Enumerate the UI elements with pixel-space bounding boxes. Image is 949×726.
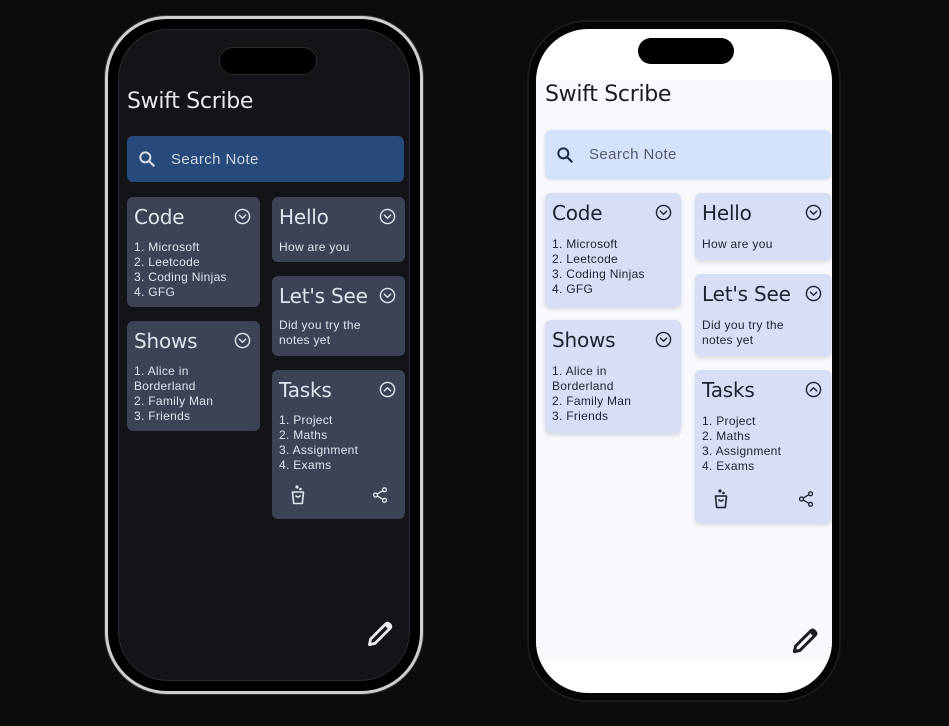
note-line: 2. Family Man (552, 394, 632, 408)
note-line: Did you try the (279, 318, 361, 332)
note-line: 1. Microsoft (134, 240, 200, 254)
note-line: 4. GFG (552, 282, 594, 296)
note-line: 3. Coding Ninjas (552, 267, 645, 281)
note-line: 4. GFG (134, 285, 176, 299)
chevron-down-circle-icon[interactable] (379, 208, 396, 225)
note-card-hello[interactable]: Hello How are you (272, 197, 405, 262)
note-line: 2. Family Man (134, 394, 214, 408)
note-line: 2. Maths (279, 428, 328, 442)
note-line: 2. Leetcode (134, 255, 201, 269)
search-placeholder: Search Note (171, 150, 259, 168)
note-card-lets-see[interactable]: Let's See Did you try the notes yet (272, 276, 405, 356)
note-title: Hello (279, 205, 329, 229)
note-body: Did you try the notes yet (702, 318, 784, 348)
note-card-hello[interactable]: Hello How are you (695, 193, 831, 260)
note-actions (272, 485, 405, 507)
share-icon[interactable] (371, 486, 389, 504)
note-line: Borderland (134, 379, 196, 393)
note-title: Code (552, 201, 603, 225)
pencil-icon[interactable] (790, 626, 820, 656)
delete-icon[interactable] (290, 485, 306, 505)
phone-dark-theme: Swift Scribe Search Note Code 1. Microso… (105, 16, 423, 694)
note-line: 1. Project (702, 414, 756, 428)
chevron-down-circle-icon[interactable] (655, 204, 672, 221)
chevron-down-circle-icon[interactable] (805, 285, 822, 302)
note-line: 2. Maths (702, 429, 751, 443)
note-title: Shows (134, 329, 198, 353)
screen: Swift Scribe Search Note Code 1. Microso… (536, 29, 832, 693)
chevron-down-circle-icon[interactable] (805, 204, 822, 221)
note-body: Did you try the notes yet (279, 318, 361, 348)
note-line: 3. Friends (552, 409, 609, 423)
note-line: 4. Exams (702, 459, 755, 473)
note-body: 1. Alice in Borderland 2. Family Man 3. … (552, 364, 631, 424)
share-icon[interactable] (797, 490, 815, 508)
note-body: 1. Project 2. Maths 3. Assignment 4. Exa… (279, 413, 358, 473)
note-card-shows[interactable]: Shows 1. Alice in Borderland 2. Family M… (545, 320, 681, 433)
note-line: notes yet (279, 333, 331, 347)
note-line: 1. Alice in (552, 364, 607, 378)
note-line: 4. Exams (279, 458, 332, 472)
note-card-lets-see[interactable]: Let's See Did you try the notes yet (695, 274, 831, 356)
note-card-shows[interactable]: Shows 1. Alice in Borderland 2. Family M… (127, 321, 260, 431)
chevron-up-circle-icon[interactable] (379, 381, 396, 398)
chevron-down-circle-icon[interactable] (234, 332, 251, 349)
note-card-tasks[interactable]: Tasks 1. Project 2. Maths 3. Assignment … (272, 370, 405, 519)
note-card-code[interactable]: Code 1. Microsoft 2. Leetcode 3. Coding … (545, 193, 681, 307)
search-input[interactable]: Search Note (545, 130, 831, 179)
note-title: Tasks (702, 378, 755, 402)
dynamic-island (638, 38, 734, 64)
search-input[interactable]: Search Note (127, 136, 404, 182)
note-line: 3. Friends (134, 409, 191, 423)
note-card-tasks[interactable]: Tasks 1. Project 2. Maths 3. Assignment … (695, 370, 831, 523)
chevron-up-circle-icon[interactable] (805, 381, 822, 398)
note-line: Borderland (552, 379, 614, 393)
dynamic-island (219, 47, 317, 75)
chevron-down-circle-icon[interactable] (234, 208, 251, 225)
note-line: 1. Alice in (134, 364, 189, 378)
note-line: 3. Assignment (279, 443, 359, 457)
note-body: 1. Alice in Borderland 2. Family Man 3. … (134, 364, 213, 424)
app-title: Swift Scribe (545, 82, 672, 107)
search-placeholder: Search Note (589, 146, 677, 163)
search-icon (139, 151, 155, 167)
note-title: Let's See (702, 282, 791, 306)
note-line: 3. Coding Ninjas (134, 270, 227, 284)
note-line: 1. Project (279, 413, 333, 427)
delete-icon[interactable] (713, 489, 729, 509)
chevron-down-circle-icon[interactable] (379, 287, 396, 304)
note-title: Let's See (279, 284, 368, 308)
pencil-icon[interactable] (365, 619, 395, 649)
note-line: Did you try the (702, 318, 784, 332)
note-line: How are you (702, 237, 773, 251)
note-title: Shows (552, 328, 616, 352)
note-line: notes yet (702, 333, 754, 347)
note-line: 2. Leetcode (552, 252, 619, 266)
note-title: Tasks (279, 378, 332, 402)
phone-light-theme: Swift Scribe Search Note Code 1. Microso… (527, 20, 841, 702)
note-body: How are you (279, 240, 350, 255)
note-body: 1. Project 2. Maths 3. Assignment 4. Exa… (702, 414, 781, 474)
note-body: 1. Microsoft 2. Leetcode 3. Coding Ninja… (552, 237, 645, 297)
screen: Swift Scribe Search Note Code 1. Microso… (118, 29, 410, 681)
note-card-code[interactable]: Code 1. Microsoft 2. Leetcode 3. Coding … (127, 197, 260, 307)
note-line: 1. Microsoft (552, 237, 618, 251)
note-body: How are you (702, 237, 773, 252)
note-body: 1. Microsoft 2. Leetcode 3. Coding Ninja… (134, 240, 227, 300)
chevron-down-circle-icon[interactable] (655, 331, 672, 348)
note-title: Hello (702, 201, 752, 225)
note-line: 3. Assignment (702, 444, 782, 458)
note-title: Code (134, 205, 185, 229)
note-line: How are you (279, 240, 350, 254)
search-icon (557, 146, 573, 163)
note-actions (695, 489, 831, 511)
app-title: Swift Scribe (127, 89, 254, 114)
